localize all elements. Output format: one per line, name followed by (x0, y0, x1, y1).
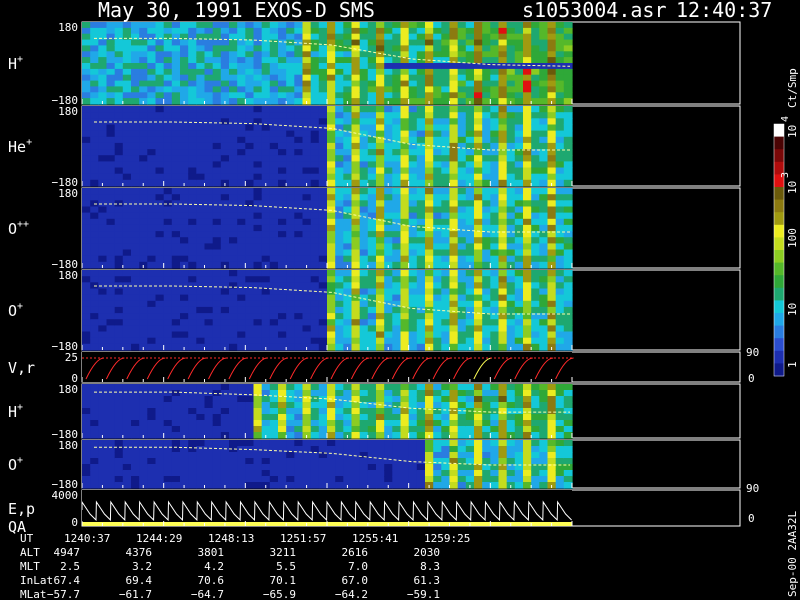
table-cell: 70.1 (270, 574, 297, 587)
y-tick-top: 180 (58, 105, 78, 118)
colorbar-tick: 10 (786, 303, 799, 316)
table-cell: 2616 (342, 546, 369, 559)
colorbar-level (774, 287, 784, 301)
colorbar-tick: 1 (786, 361, 799, 368)
table-cell: 67.4 (54, 574, 81, 587)
table-cell: 67.0 (342, 574, 369, 587)
table-cell: 4.2 (204, 560, 224, 573)
colorbar-tick: 10 (786, 181, 799, 194)
right-tick: 0 (748, 512, 755, 525)
table-cell: −57.7 (47, 588, 80, 600)
heatmap-cells (82, 188, 573, 269)
colorbar-tick: 100 (786, 228, 799, 248)
colorbar-level (774, 124, 784, 138)
colorbar-level (774, 250, 784, 264)
table-row-name: UT (20, 532, 34, 545)
table-cell: 3211 (270, 546, 297, 559)
table-cell: 4947 (54, 546, 81, 559)
table-row-name: MLT (20, 560, 40, 573)
table-cell: 1251:57 (280, 532, 326, 545)
table-cell: 2.5 (60, 560, 80, 573)
table-cell: −64.7 (191, 588, 224, 600)
right-tick: 90 (746, 346, 759, 359)
y-tick-top: 180 (58, 383, 78, 396)
colorbar-label: Ct/Smp (786, 68, 799, 108)
table-cell: 70.6 (198, 574, 225, 587)
table-cell: −65.9 (263, 588, 296, 600)
colorbar-level (774, 224, 784, 238)
charge-label: + (26, 137, 32, 148)
heatmap-cells (82, 22, 573, 105)
file-name: s1053004.asr (522, 0, 667, 22)
right-tick: 90 (746, 482, 759, 495)
table-cell: 61.3 (414, 574, 441, 587)
table-cell: 69.4 (126, 574, 153, 587)
y-tick-top: 180 (58, 187, 78, 200)
colorbar-level (774, 149, 784, 163)
colorbar-level (774, 350, 784, 364)
y-tick-bottom: 0 (71, 516, 78, 529)
table-cell: −59.1 (407, 588, 440, 600)
table-cell: 4376 (126, 546, 153, 559)
table-row-name: ALT (20, 546, 40, 559)
charge-label: ++ (17, 219, 29, 230)
colorbar-level (774, 237, 784, 251)
colorbar-tick: 4 (780, 116, 791, 122)
table-cell: 3801 (198, 546, 225, 559)
table-cell: 1248:13 (208, 532, 254, 545)
colorbar-level (774, 363, 784, 377)
table-cell: 1244:29 (136, 532, 182, 545)
panel-label: E,p (8, 500, 35, 518)
figure-title: May 30, 1991 EXOS-D SMS (98, 0, 375, 22)
colorbar-level (774, 338, 784, 352)
colorbar-level (774, 262, 784, 276)
y-tick-top: 180 (58, 21, 78, 34)
colorbar-level (774, 212, 784, 226)
charge-label: + (17, 402, 23, 413)
table-row-name: MLat (20, 588, 47, 600)
footer-id: Sep-00 2AA32L (786, 511, 799, 597)
colorbar-tick: 3 (780, 172, 791, 178)
heatmap-cells (82, 106, 573, 187)
y-tick-top: 4000 (52, 489, 79, 502)
table-cell: −61.7 (119, 588, 152, 600)
table-cell: 1259:25 (424, 532, 470, 545)
y-tick-top: 25 (65, 351, 78, 364)
charge-label: + (17, 54, 23, 65)
colorbar-level (774, 313, 784, 327)
table-cell: 1240:37 (64, 532, 110, 545)
colorbar-level (774, 199, 784, 213)
charge-label: + (17, 301, 23, 312)
table-cell: 2030 (414, 546, 441, 559)
colorbar-level (774, 187, 784, 201)
charge-label: + (17, 455, 23, 466)
table-cell: 1255:41 (352, 532, 398, 545)
colorbar-level (774, 136, 784, 150)
table-row-name: InLat (20, 574, 53, 587)
table-cell: −64.2 (335, 588, 368, 600)
table-cell: 8.3 (420, 560, 440, 573)
colorbar-level (774, 300, 784, 314)
panel-label: V,r (8, 359, 35, 377)
table-cell: 5.5 (276, 560, 296, 573)
colorbar-tick: 10 (786, 125, 799, 138)
colorbar-level (774, 325, 784, 339)
y-tick-top: 180 (58, 269, 78, 282)
right-tick: 0 (748, 372, 755, 385)
plot-time: 12:40:37 (676, 0, 772, 22)
table-cell: 7.0 (348, 560, 368, 573)
colorbar-level (774, 275, 784, 289)
y-tick-top: 180 (58, 439, 78, 452)
table-cell: 3.2 (132, 560, 152, 573)
heatmap-cells (82, 270, 573, 351)
sms-spectrogram-figure: May 30, 1991 EXOS-D SMS s1053004.asr 12:… (0, 0, 800, 600)
